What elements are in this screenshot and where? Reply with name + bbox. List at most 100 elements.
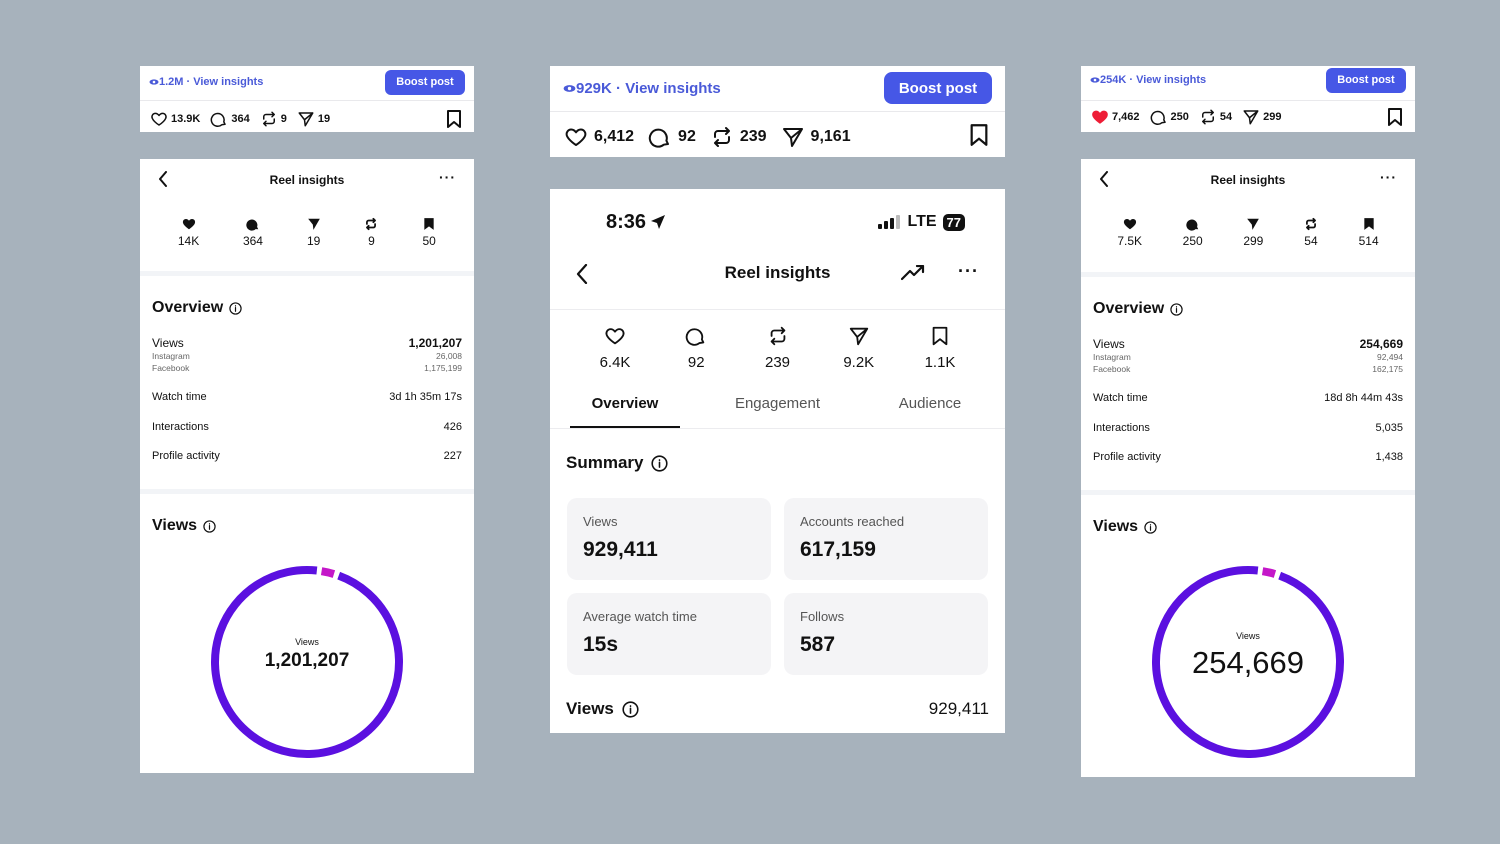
comments-count: 92 <box>678 128 696 145</box>
stat-reposts: 54 <box>1304 217 1318 248</box>
comment-icon <box>246 219 259 231</box>
trending-icon[interactable] <box>901 265 925 281</box>
boost-post-button[interactable]: Boost post <box>884 72 992 104</box>
stat-value: 250 <box>1182 234 1203 248</box>
comments-count: 250 <box>1170 111 1189 123</box>
stats-row: 14K 364 19 9 50 <box>140 217 474 248</box>
info-icon[interactable] <box>622 700 639 718</box>
post-actions: 6,412 92 239 9,161 <box>550 120 1005 154</box>
share-icon <box>1247 218 1260 230</box>
info-icon[interactable] <box>229 301 242 315</box>
share-action[interactable]: 9,161 <box>781 125 851 149</box>
stat-value: 364 <box>242 234 263 248</box>
comment-action[interactable]: 250 <box>1150 108 1189 126</box>
eye-icon <box>563 84 576 92</box>
stat-value: 7.5K <box>1117 234 1142 248</box>
views-tile[interactable]: Views 929,411 <box>567 498 771 580</box>
bookmark-icon[interactable] <box>1387 108 1403 126</box>
reposts-count: 9 <box>280 113 287 125</box>
boost-post-button[interactable]: Boost post <box>1326 67 1406 93</box>
overview-title-text: Overview <box>152 299 224 316</box>
watch-time-value: 3d 1h 35m 17s <box>389 391 462 403</box>
status-time: 8:36 <box>606 211 666 234</box>
repost-action[interactable]: 54 <box>1199 108 1232 126</box>
view-insights-link[interactable]: 1.2M · View insights <box>149 76 263 88</box>
like-action[interactable]: 13.9K <box>150 110 200 128</box>
stat-value: 9.2K <box>843 354 875 371</box>
accounts-reached-tile[interactable]: Accounts reached 617,159 <box>784 498 988 580</box>
watch-time-row: Watch time 3d 1h 35m 17s <box>152 391 462 403</box>
comments-count: 364 <box>231 113 250 125</box>
stat-likes: 6.4K <box>580 325 650 371</box>
tab-audience[interactable]: Audience <box>875 395 985 428</box>
reposts-count: 239 <box>739 128 767 145</box>
eye-icon <box>1090 77 1100 83</box>
boost-post-button[interactable]: Boost post <box>385 69 465 95</box>
view-insights-text: 1.2M · View insights <box>159 76 264 88</box>
stat-likes: 7.5K <box>1117 217 1142 248</box>
comment-action[interactable]: 364 <box>210 110 250 128</box>
follows-tile[interactable]: Follows 587 <box>784 593 988 675</box>
view-insights-link[interactable]: 929K · View insights <box>563 80 721 97</box>
average-watch-time-tile[interactable]: Average watch time 15s <box>567 593 771 675</box>
more-options-icon[interactable]: ··· <box>439 169 456 185</box>
divider <box>1081 100 1415 101</box>
profile-activity-label: Profile activity <box>1093 451 1161 463</box>
stat-comments: 250 <box>1183 217 1203 248</box>
post-actions: 13.9K 364 9 19 <box>140 106 474 132</box>
section-divider <box>140 271 474 276</box>
tile-value: 617,159 <box>800 538 876 561</box>
share-icon <box>307 218 320 230</box>
share-action[interactable]: 19 <box>297 110 330 128</box>
comment-icon <box>648 128 670 148</box>
interactions-value: 426 <box>443 421 462 433</box>
donut-center-value: 254,669 <box>1191 645 1305 680</box>
views-value: 929,411 <box>928 699 989 718</box>
info-icon[interactable] <box>651 454 669 472</box>
info-icon[interactable] <box>1170 302 1183 316</box>
stat-comments: 92 <box>661 325 731 371</box>
stat-value: 1.1K <box>924 354 956 371</box>
views-value: 1,201,207 <box>408 336 462 350</box>
stat-value: 299 <box>1243 234 1264 248</box>
stat-value: 14K <box>177 234 200 248</box>
comment-icon <box>1185 219 1198 231</box>
like-action[interactable]: 7,462 <box>1091 108 1140 126</box>
heart-icon <box>605 328 625 345</box>
info-icon[interactable] <box>1144 520 1157 534</box>
facebook-label: Facebook <box>1093 364 1131 374</box>
view-insights-link[interactable]: 254K · View insights <box>1090 74 1206 86</box>
profile-activity-label: Profile activity <box>152 450 220 462</box>
overview-title: Overview <box>152 299 242 317</box>
heart-icon <box>151 112 167 126</box>
like-action[interactable]: 6,412 <box>564 125 634 149</box>
views-label: Views <box>1093 337 1125 351</box>
views-label: Views <box>152 336 184 350</box>
comment-action[interactable]: 92 <box>648 125 696 149</box>
share-icon <box>1243 110 1259 125</box>
tab-engagement[interactable]: Engagement <box>723 395 833 428</box>
share-action[interactable]: 299 <box>1242 108 1282 126</box>
location-arrow-icon <box>651 215 666 229</box>
bookmark-icon[interactable] <box>969 124 989 146</box>
heart-filled-icon <box>1092 110 1108 124</box>
bookmark-icon[interactable] <box>446 110 462 128</box>
stats-row: 7.5K 250 299 54 514 <box>1081 217 1415 248</box>
view-insights-text: 254K · View insights <box>1100 74 1207 86</box>
repost-action[interactable]: 9 <box>260 110 287 128</box>
more-options-icon[interactable]: ··· <box>958 261 979 282</box>
heart-icon <box>182 219 195 230</box>
stat-value: 239 <box>764 354 791 371</box>
tab-overview[interactable]: Overview <box>570 395 680 428</box>
section-divider <box>1081 272 1415 277</box>
views-row: Views Instagram Facebook 1,201,207 26,00… <box>152 336 462 374</box>
instagram-value: 92,494 <box>1377 352 1403 362</box>
info-icon[interactable] <box>203 519 216 533</box>
repost-action[interactable]: 239 <box>710 125 767 149</box>
more-options-icon[interactable]: ··· <box>1380 169 1397 185</box>
watch-time-label: Watch time <box>152 391 207 403</box>
facebook-value: 1,175,199 <box>424 363 462 373</box>
donut-center-value: 1,201,207 <box>264 650 350 671</box>
summary-title: Summary <box>566 453 669 473</box>
tile-value: 929,411 <box>583 538 658 561</box>
